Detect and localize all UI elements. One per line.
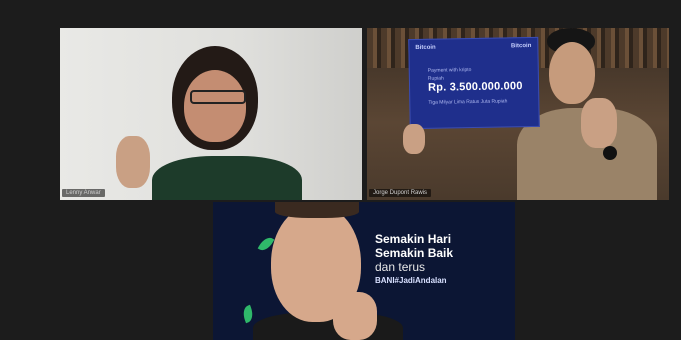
video-tile-participant-3[interactable]: Semakin Hari Semakin Baik dan terus BANI…: [213, 202, 515, 340]
banner-hashtag: BANI#JadiAndalan: [375, 276, 447, 285]
participant-2-face: [549, 42, 595, 104]
participant-3-hair: [275, 202, 359, 218]
participant-1-body: [152, 156, 302, 200]
banner-line-2: Semakin Baik: [375, 246, 454, 260]
banner-line-1: Semakin Hari: [375, 232, 452, 246]
glasses-icon: [190, 90, 246, 104]
leaf-icon: [240, 304, 256, 324]
check-brand-left: Bitcoin: [415, 44, 436, 52]
video-tile-participant-2[interactable]: Bitcoin Bitcoin Payment with kripto Rupi…: [367, 28, 669, 200]
prize-check: Bitcoin Bitcoin Payment with kripto Rupi…: [408, 36, 540, 130]
video-tile-participant-1[interactable]: Lenny Anwar: [60, 28, 362, 200]
thumbs-up-hand: [333, 292, 377, 340]
campaign-banner: Semakin Hari Semakin Baik dan terus BANI…: [375, 232, 453, 285]
participant-2-name-tag: Jorge Dupont Rawis: [369, 189, 432, 197]
participant-1-face: [184, 70, 246, 142]
participant-1-name-tag: Lenny Anwar: [62, 189, 105, 197]
thumbs-up-hand-right: [581, 98, 617, 148]
check-brand-right: Bitcoin: [510, 42, 532, 50]
check-amount: Rp. 3.500.000.000: [427, 80, 523, 94]
check-description: Payment with kripto: [427, 67, 472, 74]
wristwatch-icon: [603, 146, 617, 160]
thumbs-up-hand-left: [116, 136, 150, 188]
check-amount-words: Tiga Milyar Lima Ratus Juta Rupiah: [428, 98, 508, 106]
hand-holding-check: [403, 124, 425, 154]
banner-line-3: dan terus: [375, 260, 426, 274]
